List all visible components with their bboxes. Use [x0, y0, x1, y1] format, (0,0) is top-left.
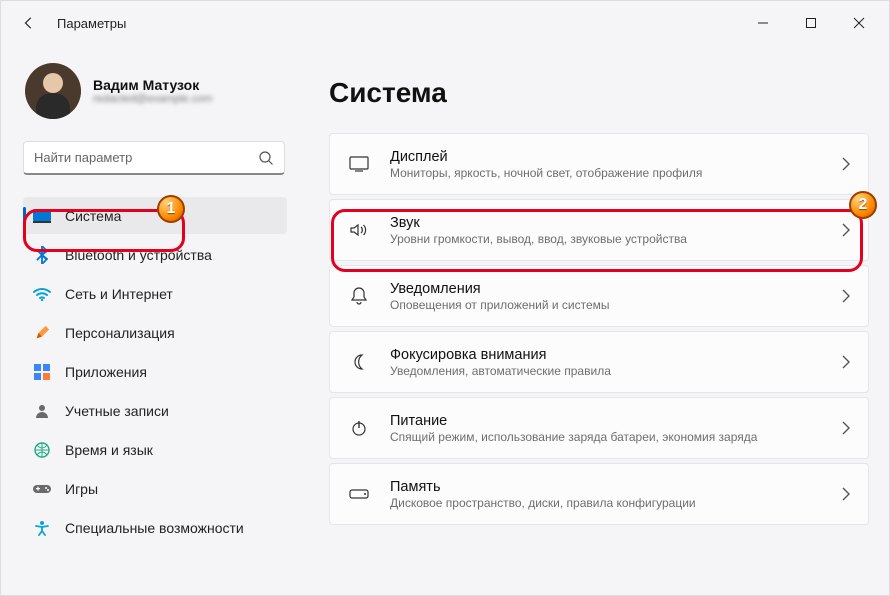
page-title: Система: [329, 77, 869, 109]
clock-globe-icon: [33, 441, 51, 459]
chevron-right-icon: [842, 157, 850, 171]
chevron-right-icon: [842, 355, 850, 369]
card-title: Дисплей: [390, 149, 842, 165]
avatar: [25, 63, 81, 119]
user-email: redacted@example.com: [93, 93, 212, 105]
sidebar-item-time[interactable]: Время и язык: [23, 431, 287, 468]
user-name: Вадим Матузок: [93, 77, 212, 93]
main-panel: Система ДисплейМониторы, яркость, ночной…: [301, 45, 889, 595]
sidebar-item-label: Учетные записи: [65, 403, 169, 419]
sidebar-item-personalization[interactable]: Персонализация: [23, 314, 287, 351]
maximize-button[interactable]: [789, 7, 833, 39]
sidebar-item-label: Специальные возможности: [65, 520, 244, 536]
card-notifications[interactable]: УведомленияОповещения от приложений и си…: [329, 265, 869, 327]
card-sub: Дисковое пространство, диски, правила ко…: [390, 496, 842, 510]
paintbrush-icon: [33, 324, 51, 342]
sidebar-item-gaming[interactable]: Игры: [23, 470, 287, 507]
sidebar-item-network[interactable]: Сеть и Интернет: [23, 275, 287, 312]
window-controls: [741, 7, 881, 39]
chevron-right-icon: [842, 421, 850, 435]
search-icon: [258, 150, 274, 166]
minimize-icon: [757, 17, 769, 29]
apps-icon: [33, 363, 51, 381]
sidebar-item-system[interactable]: Система: [23, 197, 287, 234]
sidebar-item-label: Bluetooth и устройства: [65, 247, 212, 263]
card-sub: Уровни громкости, вывод, ввод, звуковые …: [390, 232, 842, 246]
sound-icon: [348, 219, 370, 241]
moon-icon: [348, 351, 370, 373]
maximize-icon: [805, 17, 817, 29]
window-title: Параметры: [57, 16, 126, 31]
sidebar-item-label: Приложения: [65, 364, 147, 380]
person-icon: [33, 402, 51, 420]
chevron-right-icon: [842, 223, 850, 237]
card-title: Фокусировка внимания: [390, 347, 842, 363]
accessibility-icon: [33, 519, 51, 537]
close-button[interactable]: [837, 7, 881, 39]
bluetooth-icon: [33, 246, 51, 264]
sidebar-item-accessibility[interactable]: Специальные возможности: [23, 509, 287, 546]
card-focus[interactable]: Фокусировка вниманияУведомления, автомат…: [329, 331, 869, 393]
titlebar: Параметры: [1, 1, 889, 45]
sidebar-item-label: Система: [65, 208, 121, 224]
card-sound[interactable]: ЗвукУровни громкости, вывод, ввод, звуко…: [329, 199, 869, 261]
card-power[interactable]: ПитаниеСпящий режим, использование заряд…: [329, 397, 869, 459]
card-display[interactable]: ДисплейМониторы, яркость, ночной свет, о…: [329, 133, 869, 195]
chevron-right-icon: [842, 289, 850, 303]
sidebar: Вадим Матузок redacted@example.com Систе…: [1, 45, 301, 595]
card-title: Уведомления: [390, 281, 842, 297]
bell-icon: [348, 285, 370, 307]
minimize-button[interactable]: [741, 7, 785, 39]
chevron-right-icon: [842, 487, 850, 501]
sidebar-item-label: Сеть и Интернет: [65, 286, 173, 302]
sidebar-item-apps[interactable]: Приложения: [23, 353, 287, 390]
card-title: Звук: [390, 215, 842, 231]
sidebar-item-label: Игры: [65, 481, 98, 497]
storage-icon: [348, 483, 370, 505]
search-input[interactable]: [34, 150, 258, 165]
sidebar-item-accounts[interactable]: Учетные записи: [23, 392, 287, 429]
search-box[interactable]: [23, 141, 285, 175]
card-title: Память: [390, 479, 842, 495]
card-storage[interactable]: ПамятьДисковое пространство, диски, прав…: [329, 463, 869, 525]
gamepad-icon: [33, 480, 51, 498]
card-sub: Спящий режим, использование заряда батар…: [390, 430, 842, 444]
arrow-left-icon: [22, 16, 36, 30]
card-sub: Оповещения от приложений и системы: [390, 298, 842, 312]
wifi-icon: [33, 285, 51, 303]
card-sub: Уведомления, автоматические правила: [390, 364, 842, 378]
card-sub: Мониторы, яркость, ночной свет, отображе…: [390, 166, 842, 180]
system-icon: [33, 207, 51, 225]
sidebar-item-label: Время и язык: [65, 442, 153, 458]
card-title: Питание: [390, 413, 842, 429]
back-button[interactable]: [19, 13, 39, 33]
power-icon: [348, 417, 370, 439]
sidebar-item-label: Персонализация: [65, 325, 175, 341]
sidebar-item-bluetooth[interactable]: Bluetooth и устройства: [23, 236, 287, 273]
close-icon: [853, 17, 865, 29]
sidebar-nav: Система Bluetooth и устройства Сеть и Ин…: [23, 197, 287, 546]
user-block[interactable]: Вадим Матузок redacted@example.com: [23, 45, 287, 137]
display-icon: [348, 153, 370, 175]
